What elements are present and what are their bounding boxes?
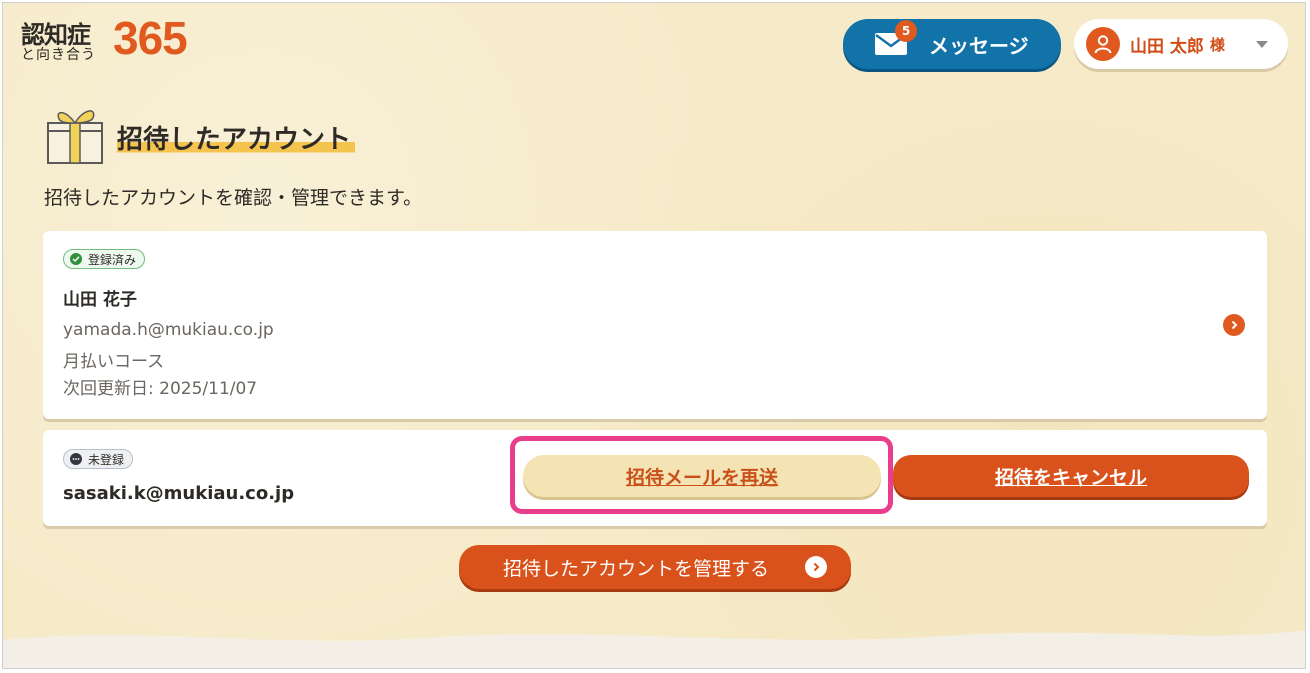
bottom-wave-decoration (3, 630, 1305, 668)
account-card-registered[interactable]: 登録済み 山田 花子 yamada.h@mukiau.co.jp 月払いコース … (43, 231, 1267, 419)
app-frame: 認知症 と向き合う 365 5 メッセージ 山田 太郎 様 招待したアカウント … (2, 2, 1306, 669)
logo-number: 365 (113, 12, 188, 64)
status-badge-registered: 登録済み (63, 249, 146, 269)
status-label: 登録済み (88, 252, 137, 267)
chevron-right-icon[interactable] (1223, 314, 1245, 336)
account-card-unregistered: 未登録 sasaki.k@mukiau.co.jp 招待メールを再送 招待をキャ… (43, 430, 1267, 526)
cancel-invite-button[interactable]: 招待をキャンセル (893, 455, 1249, 497)
page-description: 招待したアカウントを確認・管理できます。 (44, 187, 423, 209)
account-name: 山田 花子 (63, 290, 137, 310)
resend-invite-button[interactable]: 招待メールを再送 (523, 455, 881, 497)
messages-label: メッセージ (929, 33, 1029, 58)
user-honorific: 様 (1209, 35, 1225, 54)
status-badge-unregistered: 未登録 (63, 449, 134, 469)
gift-icon (45, 103, 105, 165)
chevron-right-icon (805, 556, 827, 578)
messages-button[interactable]: 5 メッセージ (843, 19, 1061, 69)
caret-down-icon (1256, 41, 1268, 48)
ellipsis-circle-icon (70, 453, 82, 465)
user-menu-button[interactable]: 山田 太郎 様 (1074, 19, 1288, 69)
status-label: 未登録 (88, 452, 125, 467)
message-count-badge: 5 (895, 20, 917, 42)
account-renewal-date: 次回更新日: 2025/11/07 (63, 379, 258, 399)
envelope-icon: 5 (875, 20, 917, 55)
manage-accounts-button[interactable]: 招待したアカウントを管理する (459, 545, 851, 589)
manage-accounts-label: 招待したアカウントを管理する (503, 557, 770, 580)
user-name: 山田 太郎 (1130, 36, 1204, 57)
invited-email: sasaki.k@mukiau.co.jp (63, 483, 295, 504)
user-icon (1086, 27, 1120, 61)
page-title: 招待したアカウント (117, 119, 356, 156)
account-email: yamada.h@mukiau.co.jp (63, 320, 274, 340)
logo-sub-text: と向き合う (21, 47, 96, 63)
check-circle-icon (70, 253, 82, 265)
account-plan: 月払いコース (63, 352, 165, 372)
